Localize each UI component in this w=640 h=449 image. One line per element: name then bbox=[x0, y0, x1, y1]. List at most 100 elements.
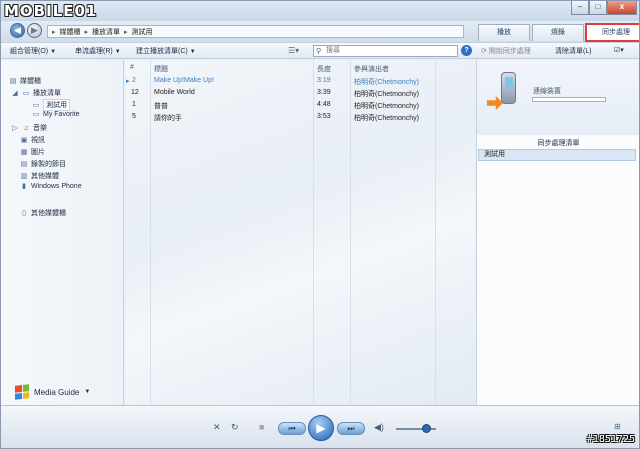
table-row[interactable]: 12 Mobile World 3:39 柏明奇(Chetmonchy) bbox=[125, 88, 475, 99]
sidebar-item-label: 媒體櫃 bbox=[20, 78, 41, 85]
track-title: 普普 bbox=[154, 103, 168, 110]
playlist-icon: ▭ bbox=[32, 101, 40, 109]
media-guide-label: Media Guide bbox=[34, 387, 80, 397]
sidebar-item-my-favorite[interactable]: ▭ My Favorite bbox=[32, 111, 80, 118]
maximize-button[interactable]: □ bbox=[589, 1, 607, 15]
search-icon: ⚲ bbox=[316, 48, 322, 55]
minimize-button[interactable]: – bbox=[571, 1, 589, 15]
track-artist: 柏明奇(Chetmonchy) bbox=[354, 103, 419, 110]
column-header-artist[interactable]: 參與演出者 bbox=[354, 64, 389, 74]
play-button[interactable]: ▶ bbox=[308, 415, 334, 441]
help-icon[interactable]: ? bbox=[461, 45, 472, 56]
column-header-number[interactable]: # bbox=[130, 64, 134, 71]
breadcrumb-item[interactable]: 測試用 bbox=[132, 27, 153, 37]
tab-sync[interactable]: 同步處理 bbox=[585, 23, 639, 42]
create-playlist-menu[interactable]: 建立播放清單(C) ▼ bbox=[136, 46, 196, 56]
sync-options-icon[interactable]: ☑▾ bbox=[614, 46, 624, 54]
device-panel: 連線裝置 bbox=[477, 60, 639, 135]
shuffle-button[interactable]: ✕ bbox=[213, 422, 221, 433]
sidebar: ▤ 媒體櫃 ◢ ▭ 播放清單 ▭ 測試用 ▭ My Favorite ▷ ♫ 音… bbox=[1, 60, 124, 405]
sync-list-item[interactable]: 測試用 bbox=[478, 149, 636, 161]
tab-bar: 播放 燒錄 同步處理 bbox=[478, 23, 639, 42]
media-guide-button[interactable]: Media Guide ▼ bbox=[15, 384, 90, 400]
sidebar-item-music[interactable]: ▷ ♫ 音樂 bbox=[11, 123, 47, 133]
next-button[interactable]: ⏭ bbox=[337, 422, 365, 435]
sidebar-item-label: My Favorite bbox=[43, 111, 80, 118]
recorded-tv-icon: ▤ bbox=[20, 160, 28, 168]
track-number: 5 bbox=[132, 113, 136, 120]
playlist-icon: ▭ bbox=[32, 111, 40, 118]
logo: MOBILE01 bbox=[4, 2, 98, 20]
table-row[interactable]: 1 普普 4:48 柏明奇(Chetmonchy) bbox=[125, 100, 475, 111]
title-bar: MOBILE01 – □ x bbox=[1, 1, 639, 21]
organize-label: 組合管理(O) bbox=[10, 48, 49, 55]
stop-button[interactable]: ■ bbox=[259, 422, 264, 432]
sidebar-item-label: Windows Phone bbox=[31, 183, 82, 190]
table-row[interactable]: 5 請你的手 3:53 柏明奇(Chetmonchy) bbox=[125, 112, 475, 123]
track-artist: 柏明奇(Chetmonchy) bbox=[354, 91, 419, 98]
repeat-button[interactable]: ↻ bbox=[231, 422, 239, 433]
start-sync-button[interactable]: ⟳ 開始同步處理 bbox=[481, 46, 531, 56]
close-button[interactable]: x bbox=[607, 1, 637, 15]
sidebar-item-recorded-tv[interactable]: ▤ 錄製的節目 bbox=[20, 159, 66, 169]
sidebar-item-other-media[interactable]: ▥ 其他媒體 bbox=[20, 171, 59, 181]
search-input[interactable]: ⚲ 搜尋 bbox=[313, 45, 458, 57]
other-library-icon: ▯ bbox=[22, 209, 26, 217]
stream-menu[interactable]: 串流處理(R) ▼ bbox=[75, 46, 121, 56]
picture-icon: ▦ bbox=[20, 148, 28, 156]
create-playlist-label: 建立播放清單(C) bbox=[136, 48, 188, 55]
sidebar-item-label: 音樂 bbox=[33, 125, 47, 132]
column-header-title[interactable]: 標題 bbox=[154, 64, 168, 74]
video-icon: ▣ bbox=[20, 136, 28, 144]
track-number: 2 bbox=[132, 77, 136, 84]
sidebar-item-library[interactable]: ▤ 媒體櫃 bbox=[9, 76, 41, 86]
track-length: 3:39 bbox=[317, 89, 331, 96]
player-controls: ✕ ↻ ■ ⏮ ▶ ⏭ ◀) ⊞ bbox=[1, 405, 639, 448]
device-icon bbox=[487, 72, 521, 118]
stream-label: 串流處理(R) bbox=[75, 48, 113, 55]
start-sync-label: 開始同步處理 bbox=[488, 48, 531, 55]
organize-menu[interactable]: 組合管理(O) ▼ bbox=[10, 46, 56, 56]
sidebar-item-label: 視訊 bbox=[31, 137, 45, 144]
track-artist: 柏明奇(Chetmonchy) bbox=[354, 79, 419, 86]
previous-button[interactable]: ⏮ bbox=[278, 422, 306, 435]
table-row[interactable]: ▸ 2 Make Up!Make Up! 3:19 柏明奇(Chetmonchy… bbox=[125, 76, 475, 87]
sync-list-title: 同步處理清單 bbox=[537, 140, 580, 147]
track-number: 1 bbox=[132, 101, 136, 108]
volume-knob[interactable] bbox=[422, 424, 431, 433]
search-placeholder: 搜尋 bbox=[326, 47, 340, 54]
mute-button[interactable]: ◀) bbox=[374, 422, 384, 433]
back-button[interactable]: ◀ bbox=[10, 23, 25, 38]
expand-icon: ▷ bbox=[12, 124, 18, 132]
phone-icon bbox=[501, 72, 516, 104]
back-arrow-icon: ◀ bbox=[14, 25, 21, 35]
column-header-length[interactable]: 長度 bbox=[317, 64, 331, 74]
breadcrumb-item[interactable]: 播放清單 bbox=[92, 27, 120, 37]
sidebar-item-pictures[interactable]: ▦ 圖片 bbox=[20, 147, 45, 157]
sidebar-item-playlists[interactable]: ◢ ▭ 播放清單 bbox=[11, 88, 61, 98]
chevron-right-icon: ▸ bbox=[52, 28, 56, 36]
switch-to-now-playing-button[interactable]: ⊞ bbox=[614, 422, 621, 431]
view-options-icon[interactable]: ☰▾ bbox=[288, 46, 299, 55]
chevron-right-icon: ▸ bbox=[124, 28, 128, 36]
sidebar-item-windows-phone[interactable]: ▮ Windows Phone bbox=[20, 183, 82, 190]
breadcrumb-item[interactable]: 媒體櫃 bbox=[60, 27, 81, 37]
tab-burn[interactable]: 燒錄 bbox=[532, 24, 584, 41]
track-number: 12 bbox=[131, 89, 139, 96]
track-artist: 柏明奇(Chetmonchy) bbox=[354, 115, 419, 122]
phone-icon: ▮ bbox=[22, 183, 26, 190]
navigation-bar: ◀ ▶ ▸ 媒體櫃 ▸ 播放清單 ▸ 測試用 播放 燒錄 同步處理 bbox=[1, 21, 639, 42]
forward-arrow-icon: ▶ bbox=[31, 25, 38, 35]
tab-play[interactable]: 播放 bbox=[478, 24, 530, 41]
playlist-icon: ▭ bbox=[22, 89, 30, 97]
track-title: 請你的手 bbox=[154, 115, 182, 122]
forward-button[interactable]: ▶ bbox=[27, 23, 42, 38]
sidebar-item-test-playlist[interactable]: ▭ 測試用 bbox=[32, 99, 70, 111]
breadcrumb: ▸ 媒體櫃 ▸ 播放清單 ▸ 測試用 bbox=[47, 25, 464, 38]
sidebar-item-video[interactable]: ▣ 視訊 bbox=[20, 135, 45, 145]
track-length: 3:19 bbox=[317, 77, 331, 84]
clear-list-button[interactable]: 清除清單(L) bbox=[555, 46, 592, 56]
caret-down-icon: ▼ bbox=[50, 49, 57, 55]
playing-indicator-icon: ▸ bbox=[126, 78, 130, 85]
sidebar-item-other-libraries[interactable]: ▯ 其他媒體櫃 bbox=[20, 208, 66, 218]
